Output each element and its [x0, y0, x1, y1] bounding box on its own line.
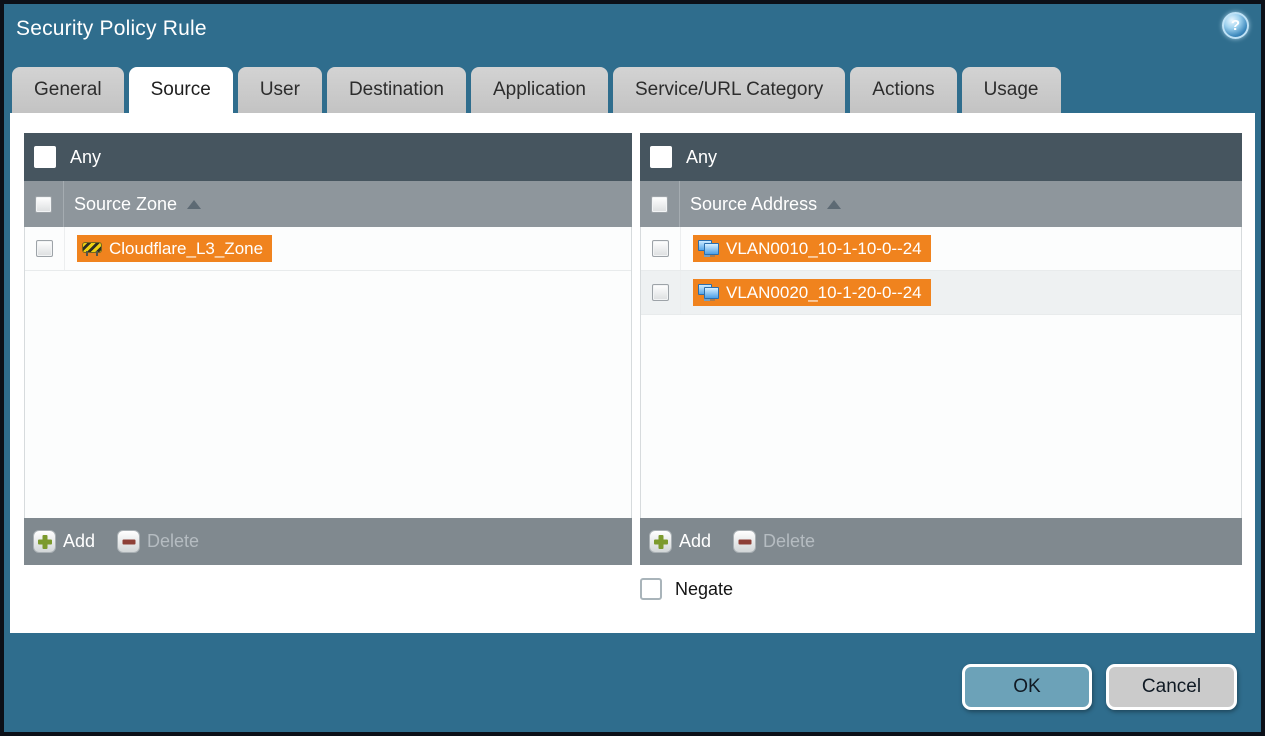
tab-bar: General Source User Destination Application S…: [12, 67, 1061, 113]
any-row: Any: [640, 133, 1242, 181]
delete-button[interactable]: Delete: [117, 530, 199, 553]
panel-footer: Add Delete: [640, 518, 1242, 565]
zone-icon: [82, 241, 102, 256]
delete-button-label: Delete: [147, 531, 200, 551]
source-zone-panel: Any Source Zone Cloudflare_L3_Zone Add D…: [24, 133, 632, 565]
any-label: Any: [70, 146, 102, 167]
row-checkbox-cell: [25, 227, 65, 270]
add-button[interactable]: Add: [33, 530, 95, 553]
tab-general[interactable]: General: [12, 67, 124, 113]
row-checkbox[interactable]: [652, 240, 669, 257]
item-label: VLAN0010_10-1-10-0--24: [726, 238, 922, 258]
cancel-button[interactable]: Cancel: [1106, 664, 1237, 710]
column-header[interactable]: Source Address: [640, 181, 1242, 227]
any-checkbox[interactable]: [34, 146, 56, 168]
item-label: VLAN0020_10-1-20-0--24: [726, 282, 922, 302]
row-checkbox-cell: [641, 271, 681, 314]
item-chip[interactable]: Cloudflare_L3_Zone: [77, 235, 273, 262]
header-checkbox-cell: [640, 181, 680, 227]
tab-application[interactable]: Application: [471, 67, 608, 113]
minus-icon: [117, 530, 141, 553]
header-checkbox-cell: [24, 181, 64, 227]
minus-icon: [733, 530, 757, 553]
tab-service-url-category[interactable]: Service/URL Category: [612, 67, 846, 113]
address-icon: [698, 284, 719, 301]
add-button-label: Add: [63, 531, 96, 551]
row-checkbox-cell: [641, 227, 681, 270]
negate-label: Negate: [675, 578, 734, 599]
tab-destination[interactable]: Destination: [326, 67, 466, 113]
security-policy-rule-dialog: Security Policy Rule ? General Source User…: [0, 0, 1265, 736]
column-title: Source Address: [690, 193, 818, 214]
plus-icon: [33, 530, 56, 553]
select-all-checkbox[interactable]: [651, 195, 668, 213]
any-row: Any: [24, 133, 632, 181]
list-body: VLAN0010_10-1-10-0--24 VLAN0020_10-1-20-0…: [640, 227, 1242, 518]
column-title: Source Zone: [74, 193, 178, 214]
page-title: Security Policy Rule: [16, 17, 207, 40]
item-chip[interactable]: VLAN0020_10-1-20-0--24: [693, 279, 931, 306]
sort-ascending-icon: [827, 199, 842, 209]
tab-user[interactable]: User: [237, 67, 322, 113]
plus-icon: [649, 530, 672, 553]
help-icon[interactable]: ?: [1222, 12, 1249, 39]
list-item[interactable]: VLAN0010_10-1-10-0--24: [641, 227, 1241, 271]
negate-checkbox[interactable]: [640, 578, 662, 600]
add-button[interactable]: Add: [649, 530, 711, 553]
tab-actions[interactable]: Actions: [850, 67, 957, 113]
item-chip[interactable]: VLAN0010_10-1-10-0--24: [693, 235, 931, 262]
ok-button[interactable]: OK: [962, 664, 1092, 710]
address-icon: [698, 240, 719, 257]
select-all-checkbox[interactable]: [35, 195, 52, 213]
add-button-label: Add: [679, 531, 712, 551]
title-bar: Security Policy Rule ?: [4, 4, 1261, 64]
list-item[interactable]: VLAN0020_10-1-20-0--24: [641, 271, 1241, 315]
row-checkbox[interactable]: [36, 240, 53, 257]
sort-ascending-icon: [187, 199, 202, 209]
delete-button-label: Delete: [763, 531, 816, 551]
tab-usage[interactable]: Usage: [961, 67, 1061, 113]
panel-footer: Add Delete: [24, 518, 632, 565]
list-body: Cloudflare_L3_Zone: [24, 227, 632, 518]
tab-source[interactable]: Source: [128, 67, 233, 113]
source-address-panel: Any Source Address VLAN0010_10-1-10-0--2…: [640, 133, 1242, 565]
delete-button[interactable]: Delete: [733, 530, 815, 553]
column-header[interactable]: Source Zone: [24, 181, 632, 227]
list-item[interactable]: Cloudflare_L3_Zone: [25, 227, 631, 271]
item-label: Cloudflare_L3_Zone: [109, 238, 264, 258]
any-checkbox[interactable]: [650, 146, 672, 168]
tab-content: Any Source Zone Cloudflare_L3_Zone Add D…: [10, 113, 1255, 633]
any-label: Any: [686, 146, 718, 167]
negate-row: Negate: [640, 578, 733, 600]
row-checkbox[interactable]: [652, 284, 669, 301]
